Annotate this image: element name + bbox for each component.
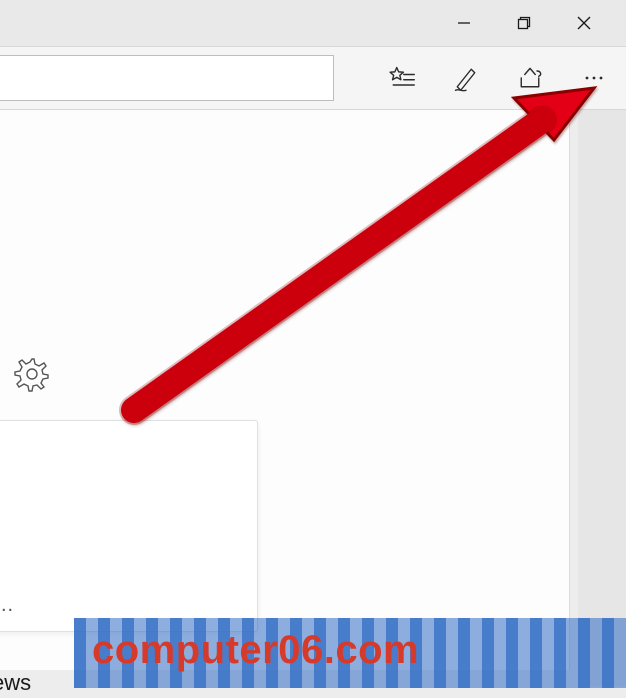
gear-icon	[14, 356, 50, 392]
page-inner: .. ews	[0, 110, 569, 670]
screenshot-canvas: .. ews computer06.com	[0, 0, 626, 698]
minimize-icon	[457, 16, 471, 30]
more-icon	[580, 64, 608, 92]
close-button[interactable]	[554, 0, 614, 46]
hub-button[interactable]	[384, 60, 420, 96]
partial-text-ews: ews	[0, 670, 31, 696]
address-bar[interactable]	[0, 55, 334, 101]
star-list-icon	[388, 64, 416, 92]
window-titlebar	[0, 0, 626, 46]
browser-toolbar	[0, 46, 626, 110]
watermark-text: computer06.com	[74, 618, 419, 688]
settings-button[interactable]	[14, 356, 50, 397]
restore-icon	[517, 16, 531, 30]
toolbar-icons	[384, 60, 626, 96]
restore-button[interactable]	[494, 0, 554, 46]
page-body: .. ews	[0, 110, 570, 670]
pen-icon	[452, 64, 480, 92]
watermark-banner: computer06.com	[74, 618, 626, 688]
minimize-button[interactable]	[434, 0, 494, 46]
card-ellipsis: ..	[1, 594, 14, 617]
share-button[interactable]	[512, 60, 548, 96]
web-note-button[interactable]	[448, 60, 484, 96]
more-button[interactable]	[576, 60, 612, 96]
close-icon	[577, 16, 591, 30]
content-card[interactable]: ..	[0, 420, 258, 632]
right-gutter	[578, 46, 626, 686]
share-icon	[516, 64, 544, 92]
